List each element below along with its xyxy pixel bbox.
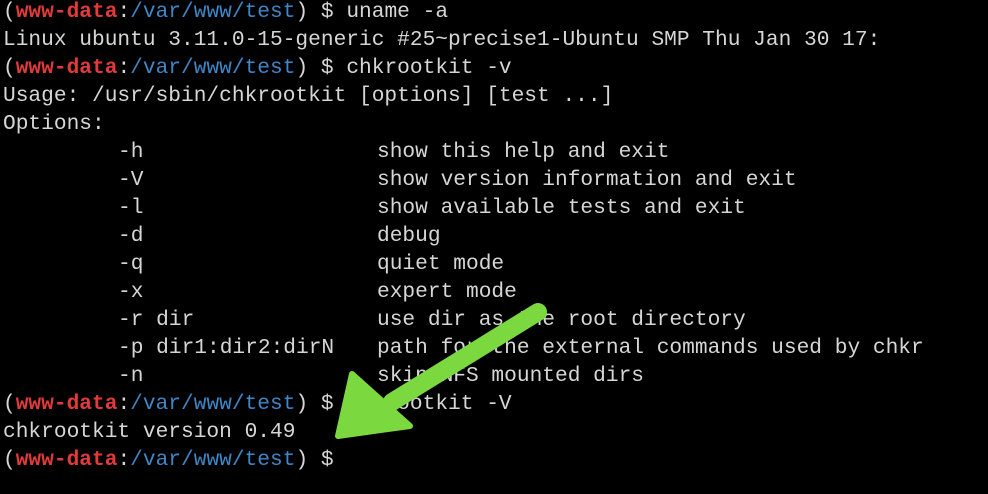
arrow-icon: [335, 303, 547, 439]
arrow-shaft: [383, 303, 547, 411]
